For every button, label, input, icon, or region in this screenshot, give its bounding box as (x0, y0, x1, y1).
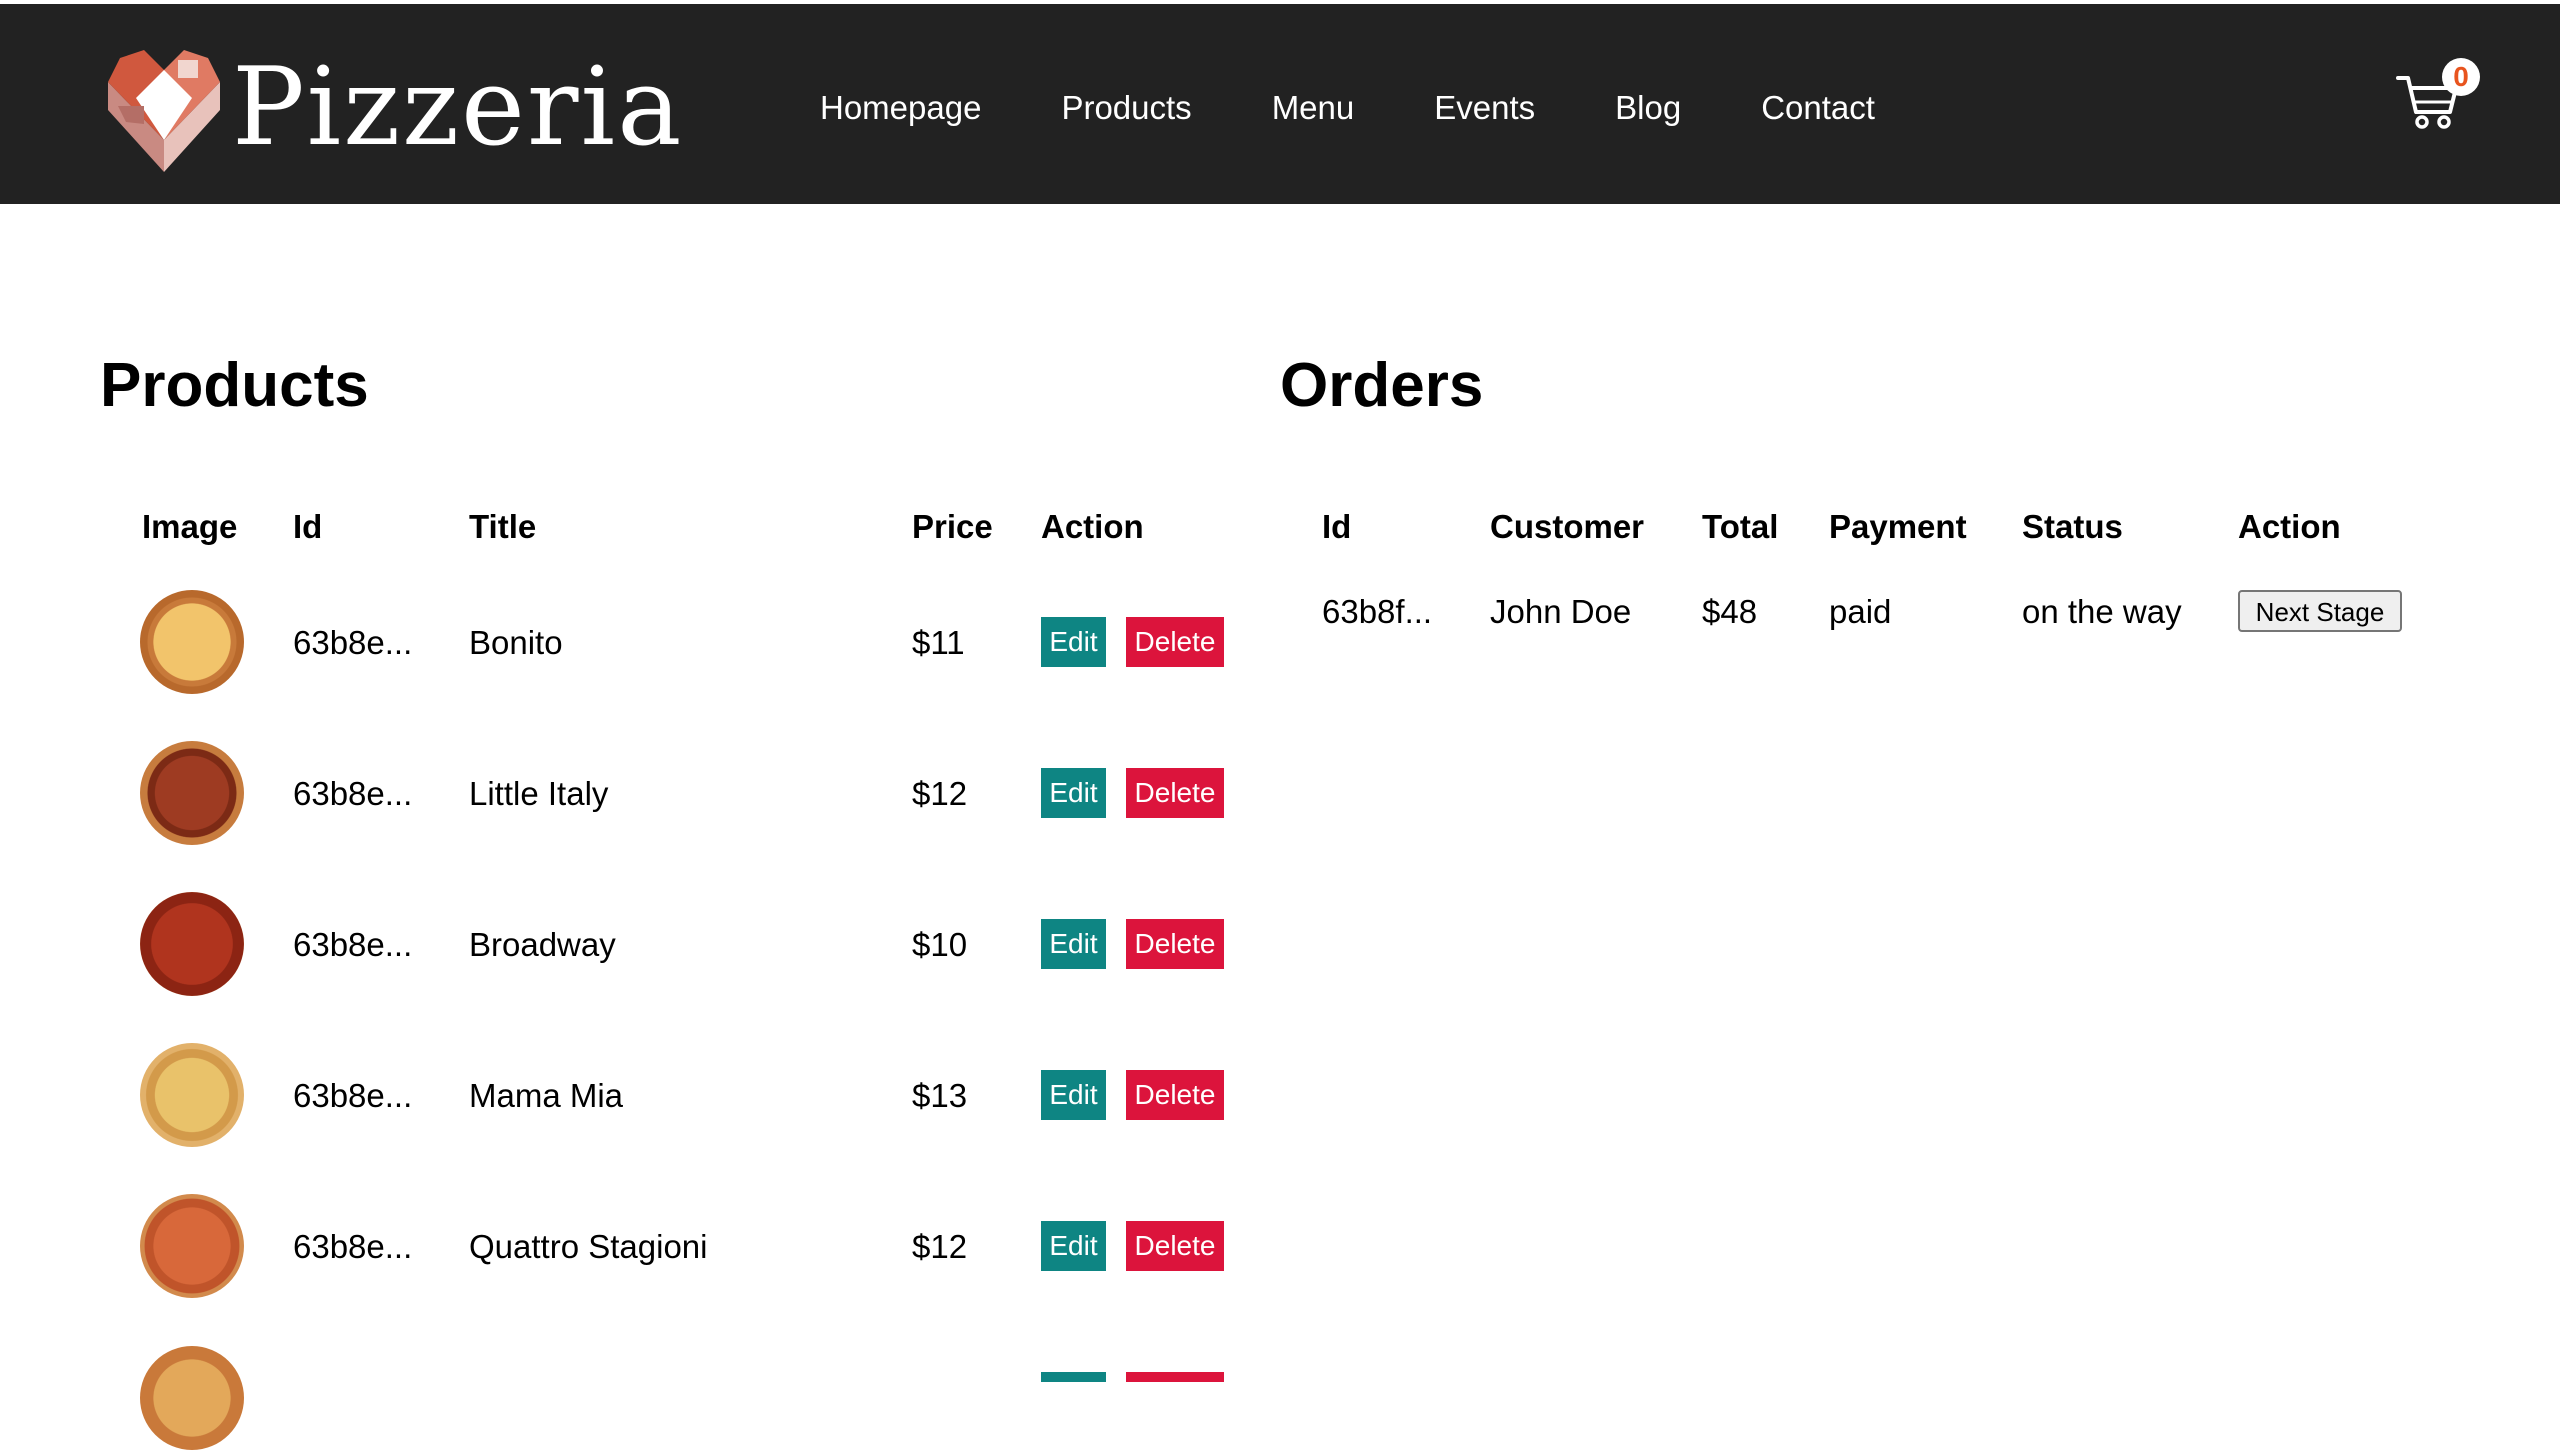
delete-button[interactable]: Delete (1126, 617, 1224, 667)
product-image (140, 1043, 244, 1147)
nav-homepage[interactable]: Homepage (820, 84, 981, 132)
products-heading: Products (100, 351, 369, 420)
col-header-action: Action (2238, 508, 2341, 545)
product-price: $13 (912, 1077, 968, 1114)
product-id: 63b8e... (293, 1077, 413, 1114)
nav-menu[interactable]: Menu (1272, 84, 1355, 132)
brand-logo[interactable]: Pizzeria (104, 40, 704, 180)
edit-button[interactable]: Edit (1041, 1070, 1106, 1120)
product-title: Quattro Stagioni (469, 1228, 708, 1265)
col-header-image: Image (142, 508, 238, 545)
col-header-customer: Customer (1490, 508, 1645, 545)
order-customer: John Doe (1490, 593, 1632, 630)
delete-button[interactable] (1126, 1372, 1224, 1382)
orders-heading: Orders (1280, 351, 1484, 420)
nav-contact[interactable]: Contact (1761, 84, 1875, 132)
order-status: on the way (2022, 593, 2182, 630)
order-total: $48 (1702, 593, 1758, 630)
col-header-id: Id (1322, 508, 1352, 545)
col-header-action: Action (1041, 508, 1144, 545)
nav-events[interactable]: Events (1434, 84, 1535, 132)
navbar: Pizzeria Homepage Products Menu Events B… (0, 0, 2560, 204)
product-image (140, 1346, 244, 1450)
product-image (140, 892, 244, 996)
nav-blog[interactable]: Blog (1615, 84, 1681, 132)
product-image (140, 590, 244, 694)
product-title: Bonito (469, 624, 563, 661)
brand-name: Pizzeria (232, 45, 684, 170)
col-header-status: Status (2022, 508, 2123, 545)
delete-button[interactable]: Delete (1126, 1070, 1224, 1120)
col-header-total: Total (1702, 508, 1779, 545)
col-header-payment: Payment (1829, 508, 1967, 545)
product-id: 63b8e... (293, 926, 413, 963)
product-title: Little Italy (469, 775, 609, 812)
product-id: 63b8e... (293, 1228, 413, 1265)
heart-logo-icon (108, 50, 220, 172)
product-image (140, 1194, 244, 1298)
nav-products[interactable]: Products (1061, 84, 1191, 132)
edit-button[interactable]: Edit (1041, 617, 1106, 667)
product-title: Mama Mia (469, 1077, 624, 1114)
col-header-id: Id (293, 508, 323, 545)
col-header-title: Title (469, 508, 537, 545)
cart-button[interactable]: 0 (2396, 58, 2480, 138)
product-price: $11 (912, 624, 965, 661)
product-price: $10 (912, 926, 968, 963)
order-id: 63b8f... (1322, 593, 1433, 630)
delete-button[interactable]: Delete (1126, 1221, 1224, 1271)
product-id: 63b8e... (293, 624, 413, 661)
product-title: Broadway (469, 926, 616, 963)
edit-button[interactable] (1041, 1372, 1106, 1382)
product-image (140, 741, 244, 845)
cart-count-badge: 0 (2442, 58, 2480, 96)
delete-button[interactable]: Delete (1126, 768, 1224, 818)
col-header-price: Price (912, 508, 993, 545)
delete-button[interactable]: Delete (1126, 919, 1224, 969)
edit-button[interactable]: Edit (1041, 768, 1106, 818)
order-payment: paid (1829, 593, 1892, 630)
product-price: $12 (912, 775, 968, 812)
product-price: $12 (912, 1228, 968, 1265)
main-nav: Homepage Products Menu Events Blog Conta… (820, 84, 1955, 132)
edit-button[interactable]: Edit (1041, 1221, 1106, 1271)
next-stage-button[interactable]: Next Stage (2238, 590, 2402, 632)
edit-button[interactable]: Edit (1041, 919, 1106, 969)
product-id: 63b8e... (293, 775, 413, 812)
